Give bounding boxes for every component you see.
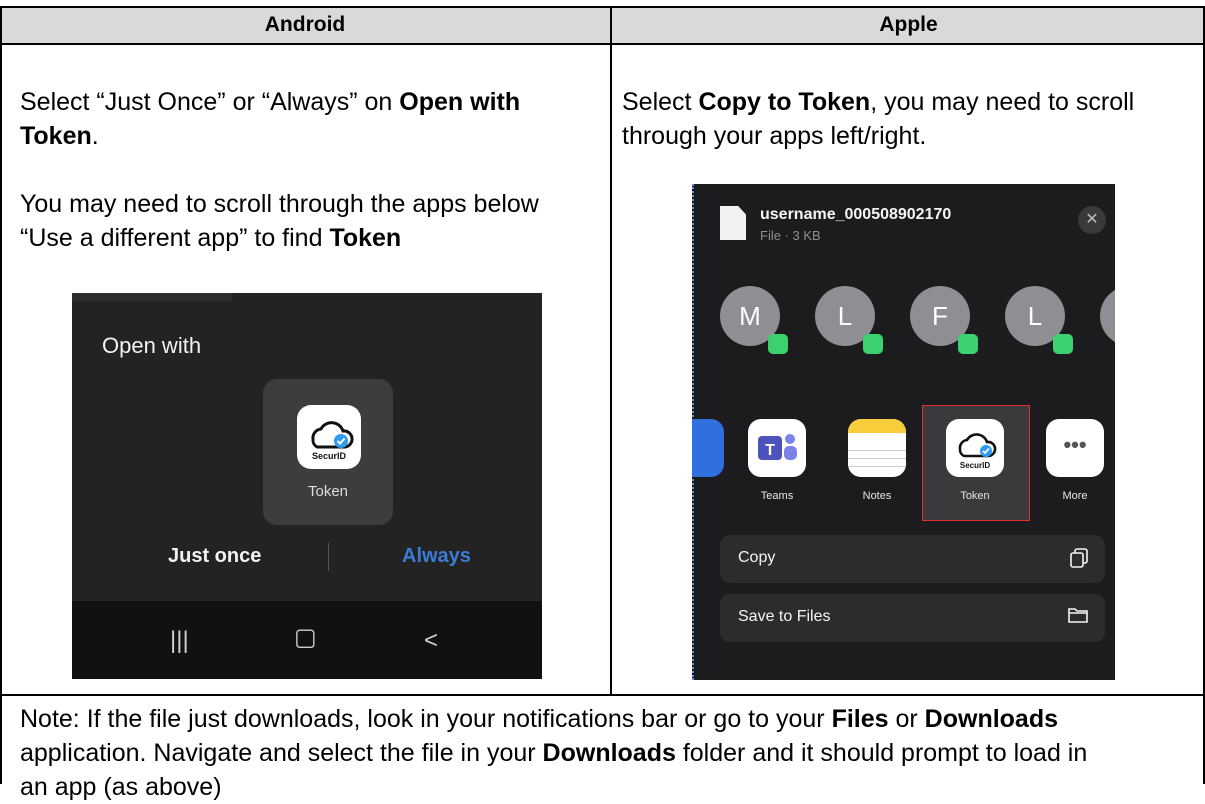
- contact-avatar-partial[interactable]: [1100, 286, 1115, 346]
- teams-logo-icon: T: [758, 434, 797, 460]
- partial-app-icon[interactable]: [692, 419, 724, 477]
- header-android-label: Android: [264, 13, 346, 36]
- table-border-middle: [0, 694, 1205, 696]
- android-instruction-2-line2: “Use a different app” to find: [20, 224, 330, 252]
- folder-icon-svg: [1068, 608, 1088, 623]
- save-to-files-action-row[interactable]: Save to Files: [720, 594, 1105, 642]
- android-open-with-screenshot: Open with SecurID Token Just once Always…: [72, 293, 542, 679]
- android-instruction-1-period: .: [91, 122, 99, 150]
- recent-apps-icon[interactable]: |||: [170, 627, 189, 655]
- android-open-with-title: Open with: [102, 333, 202, 358]
- table-border-left: [0, 6, 2, 784]
- more-app-icon[interactable]: •••: [1046, 419, 1104, 477]
- header-apple: Apple: [612, 7, 1205, 43]
- token-app-label: Token: [960, 490, 990, 502]
- apple-instruction-start: Select: [622, 88, 699, 116]
- android-instruction-1: Select “Just Once” or “Always” on Open w…: [20, 85, 600, 153]
- notes-app-icon[interactable]: [848, 419, 906, 477]
- table-border-top: [0, 6, 1205, 8]
- svg-text:T: T: [765, 442, 775, 459]
- instruction-table: Android Apple Select “Just Once” or “Alw…: [0, 0, 1205, 801]
- note-line3: an app (as above): [20, 773, 222, 801]
- note-line1-text: Note: If the file just downloads, look i…: [20, 705, 832, 733]
- teams-app-label: Teams: [760, 490, 794, 502]
- copy-action-row[interactable]: Copy: [720, 535, 1105, 583]
- table-border-right: [1203, 6, 1205, 784]
- copy-icon: [1069, 547, 1089, 574]
- close-icon[interactable]: ✕: [1078, 206, 1106, 234]
- securid-logo-text: SecurID: [960, 461, 990, 470]
- token-app-icon[interactable]: SecurID: [946, 419, 1004, 477]
- download-note: Note: If the file just downloads, look i…: [20, 702, 1200, 804]
- file-name: username_000508902170: [760, 206, 952, 223]
- securid-logo-text: SecurID: [312, 451, 347, 461]
- messages-badge-icon: [863, 334, 883, 354]
- header-apple-label: Apple: [879, 13, 938, 36]
- note-line1-or: or: [888, 705, 925, 733]
- android-nav-bar: ||| ▢ <: [72, 601, 542, 679]
- android-instruction-2-line1: You may need to scroll through the apps …: [20, 190, 539, 218]
- messages-badge-icon: [768, 334, 788, 354]
- android-instruction-1-text: Select “Just Once” or “Always” on: [20, 88, 400, 116]
- notes-lines: [848, 443, 906, 473]
- file-meta: File · 3 KB: [760, 228, 821, 243]
- apple-instruction-end: , you may need to scroll: [870, 88, 1135, 116]
- notes-header-strip: [848, 419, 906, 433]
- note-line2-text: application. Navigate and select the fil…: [20, 739, 543, 767]
- copy-icon-svg: [1070, 548, 1088, 568]
- android-instruction-1-bold-token: Token: [20, 122, 92, 150]
- apple-instruction-line2: through your apps left/right.: [622, 122, 927, 150]
- cloud-check-icon: SecurID: [958, 433, 997, 470]
- securid-app-icon: SecurID: [297, 405, 361, 469]
- just-once-button[interactable]: Just once: [168, 545, 261, 568]
- messages-badge-icon: [958, 334, 978, 354]
- note-bold-downloads-folder: Downloads: [542, 739, 676, 767]
- android-token-app-label: Token: [307, 483, 349, 500]
- table-border-center: [610, 6, 612, 695]
- note-bold-files: Files: [831, 705, 889, 733]
- cloud-check-icon: SecurID: [311, 421, 354, 461]
- apple-instruction-bold: Copy to Token: [698, 88, 871, 116]
- folder-icon: [1067, 606, 1089, 629]
- android-token-app-tile[interactable]: SecurID Token: [263, 379, 393, 525]
- note-line2-end: folder and it should prompt to load in: [675, 739, 1088, 767]
- table-border-header: [0, 43, 1205, 45]
- android-instruction-2-bold-token: Token: [329, 224, 402, 252]
- messages-badge-icon: [1053, 334, 1073, 354]
- back-icon[interactable]: <: [424, 627, 438, 655]
- always-button[interactable]: Always: [402, 545, 471, 568]
- android-instruction-2: You may need to scroll through the apps …: [20, 187, 600, 255]
- copy-action-label: Copy: [738, 549, 776, 566]
- android-instruction-1-bold-open: Open with: [399, 88, 521, 116]
- android-button-separator: [328, 543, 329, 571]
- file-icon: [720, 206, 746, 240]
- more-app-label: More: [1062, 490, 1088, 502]
- apple-instruction: Select Copy to Token, you may need to sc…: [622, 85, 1202, 153]
- save-to-files-label: Save to Files: [738, 608, 831, 625]
- header-android: Android: [0, 7, 610, 43]
- apple-share-sheet-screenshot: username_000508902170 File · 3 KB ✕ M L …: [692, 184, 1115, 680]
- teams-app-icon[interactable]: T: [748, 419, 806, 477]
- note-bold-downloads: Downloads: [924, 705, 1059, 733]
- notes-app-label: Notes: [862, 490, 892, 502]
- home-icon[interactable]: ▢: [294, 623, 317, 652]
- android-top-strip: [72, 293, 232, 301]
